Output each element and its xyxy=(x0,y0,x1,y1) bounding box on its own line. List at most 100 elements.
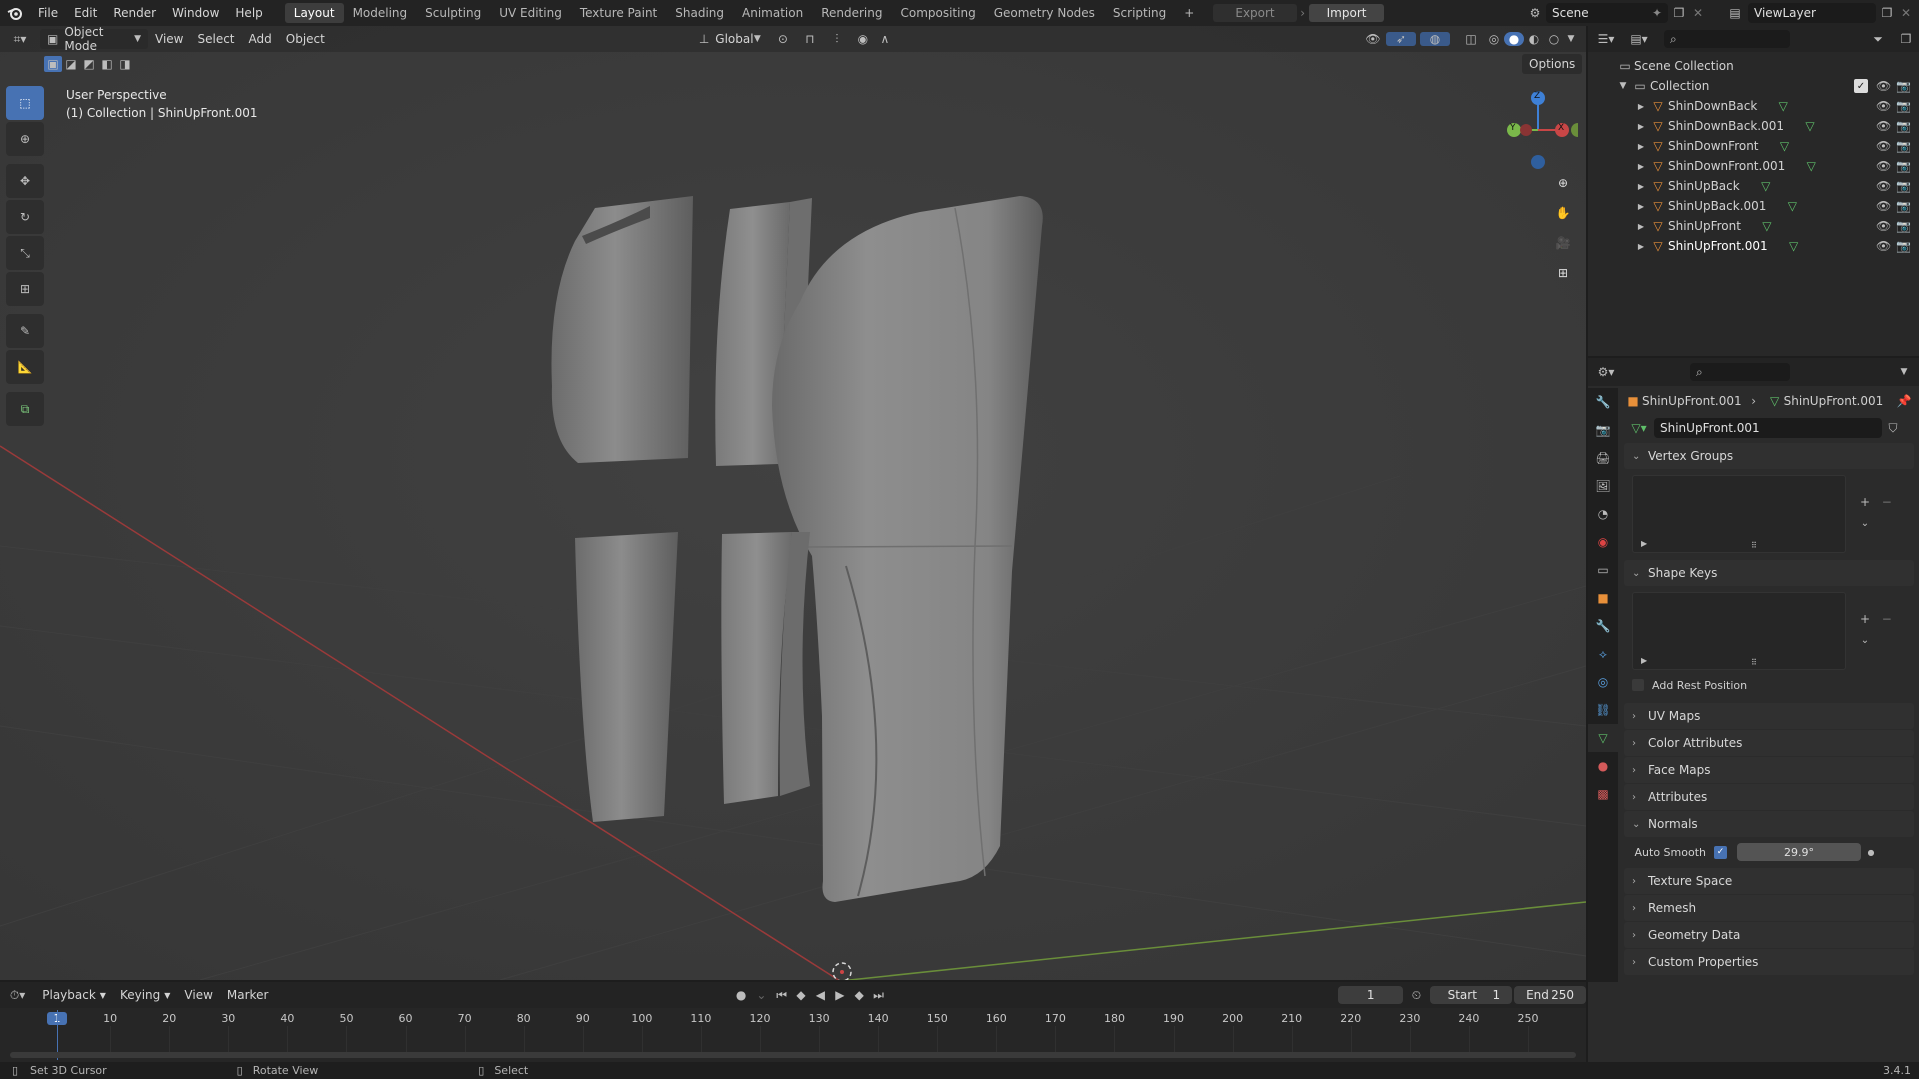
scene-icon[interactable]: ⚙ xyxy=(1524,6,1546,20)
geometry-data-panel[interactable]: › Geometry Data xyxy=(1624,922,1914,948)
options-button[interactable]: Options xyxy=(1522,54,1583,74)
select-subtract-icon[interactable]: ◩ xyxy=(80,56,98,72)
timeline-ruler[interactable]: 1102030405060708090100110120130140150160… xyxy=(0,982,1586,1062)
display-mode-icon[interactable]: ▤▾ xyxy=(1624,32,1654,46)
chevron-down-icon[interactable]: ▼ xyxy=(1889,367,1919,377)
outliner-item[interactable]: ▶ ▽ ShinDownBack ▽ 👁 📷 xyxy=(1588,96,1919,116)
constraints-tab-icon[interactable]: ⛓ xyxy=(1588,696,1618,724)
expand-arrow-icon[interactable]: ▶ xyxy=(1641,656,1647,665)
physics-tab-icon[interactable]: ◎ xyxy=(1588,668,1618,696)
menu-edit[interactable]: Edit xyxy=(66,6,105,20)
camera-view-icon[interactable]: 🎥 xyxy=(1548,228,1578,258)
world-tab-icon[interactable]: ◉ xyxy=(1588,528,1618,556)
expand-arrow-icon[interactable]: ▶ xyxy=(1634,182,1648,191)
outliner-item[interactable]: ▶ ▽ ShinUpFront.001 ▽ 👁 📷 xyxy=(1588,236,1919,256)
blender-logo-icon[interactable] xyxy=(0,0,30,26)
rendered-shading-icon[interactable]: ○ xyxy=(1544,32,1564,46)
cursor-tool[interactable]: ⊕ xyxy=(6,122,44,156)
delete-scene-icon[interactable]: ✕ xyxy=(1690,6,1706,20)
pin-icon[interactable]: ✦ xyxy=(1652,6,1662,20)
shading-options-icon[interactable]: ▼ xyxy=(1564,34,1578,44)
expand-arrow-icon[interactable]: ▶ xyxy=(1634,202,1648,211)
add-icon[interactable]: + xyxy=(1856,493,1874,511)
new-view-layer-icon[interactable]: ❐ xyxy=(1876,6,1898,20)
outliner-item[interactable]: ▶ ▽ ShinDownBack.001 ▽ 👁 📷 xyxy=(1588,116,1919,136)
mesh-data-icon[interactable]: ▽ xyxy=(1798,119,1822,133)
expand-arrow-icon[interactable]: ▶ xyxy=(1634,122,1648,131)
render-camera-icon[interactable]: 📷 xyxy=(1896,179,1911,193)
output-tab-icon[interactable]: 🖨 xyxy=(1588,444,1618,472)
modifier-tab-icon[interactable]: 🔧 xyxy=(1588,612,1618,640)
falloff-icon[interactable]: ∧ xyxy=(874,32,896,46)
expand-arrow-icon[interactable]: ▶ xyxy=(1641,539,1647,548)
add-icon[interactable]: + xyxy=(1856,610,1874,628)
tab-rendering[interactable]: Rendering xyxy=(812,3,891,23)
tab-scripting[interactable]: Scripting xyxy=(1104,3,1175,23)
vertex-groups-list[interactable]: ▶ ⠿ xyxy=(1632,475,1846,553)
filter-icon[interactable]: ⏷ xyxy=(1863,32,1893,47)
mesh-data-icon[interactable]: ▽ xyxy=(1754,179,1778,193)
import-button[interactable]: Import xyxy=(1308,4,1385,22)
collection-row[interactable]: ▼ ▭ Collection ✓ 👁 📷 xyxy=(1588,76,1919,96)
mesh-browse-icon[interactable]: ▽▾ xyxy=(1624,421,1654,435)
annotate-tool[interactable]: ✎ xyxy=(6,314,44,348)
visibility-eye-icon[interactable]: 👁 xyxy=(1876,179,1891,193)
render-camera-icon[interactable]: 📷 xyxy=(1896,239,1911,253)
render-camera-icon[interactable]: 📷 xyxy=(1896,99,1911,113)
zoom-icon[interactable]: ⊕ xyxy=(1548,168,1578,198)
expand-arrow-icon[interactable]: ▶ xyxy=(1634,102,1648,111)
render-camera-icon[interactable]: 📷 xyxy=(1896,119,1911,133)
object-tab-icon[interactable]: ■ xyxy=(1588,584,1618,612)
material-shading-icon[interactable]: ◐ xyxy=(1524,32,1544,46)
tab-shading[interactable]: Shading xyxy=(666,3,733,23)
specials-menu-icon[interactable]: ⌄ xyxy=(1856,628,1874,652)
pan-hand-icon[interactable]: ✋ xyxy=(1548,198,1578,228)
visibility-icon[interactable]: 👁 xyxy=(1360,32,1386,46)
menu-help[interactable]: Help xyxy=(227,6,270,20)
orientation-dropdown[interactable]: ⊥ Global ▼ xyxy=(692,29,768,49)
view-layer-tab-icon[interactable]: 🖼 xyxy=(1588,472,1618,500)
outliner-item[interactable]: ▶ ▽ ShinDownFront ▽ 👁 📷 xyxy=(1588,136,1919,156)
outliner-item[interactable]: ▶ ▽ ShinDownFront.001 ▽ 👁 📷 xyxy=(1588,156,1919,176)
proportional-edit-icon[interactable]: ◉ xyxy=(852,32,874,46)
xray-icon[interactable]: ◫ xyxy=(1458,32,1484,46)
pivot-point-icon[interactable]: ⊙ xyxy=(768,32,798,46)
select-extend-icon[interactable]: ◪ xyxy=(62,56,80,72)
resize-handle-icon[interactable]: ⠿ xyxy=(1751,541,1757,550)
visibility-eye-icon[interactable]: 👁 xyxy=(1876,119,1891,133)
visibility-eye-icon[interactable]: 👁 xyxy=(1876,159,1891,173)
tab-texture-paint[interactable]: Texture Paint xyxy=(571,3,666,23)
specials-menu-icon[interactable]: ⌄ xyxy=(1856,511,1874,535)
expand-arrow-icon[interactable]: ▶ xyxy=(1634,222,1648,231)
visibility-eye-icon[interactable]: 👁 xyxy=(1876,139,1891,153)
mesh-data-icon[interactable]: ▽ xyxy=(1773,139,1797,153)
menu-render[interactable]: Render xyxy=(105,6,164,20)
render-camera-icon[interactable]: 📷 xyxy=(1896,139,1911,153)
face-maps-panel[interactable]: › Face Maps xyxy=(1624,757,1914,783)
shape-keys-list[interactable]: ▶ ⠿ xyxy=(1632,592,1846,670)
render-camera-icon[interactable]: 📷 xyxy=(1896,79,1911,93)
remove-icon[interactable]: − xyxy=(1878,493,1896,511)
render-camera-icon[interactable]: 📷 xyxy=(1896,219,1911,233)
fake-user-shield-icon[interactable]: ⛉ xyxy=(1882,421,1904,436)
scale-tool[interactable]: ⤡ xyxy=(6,236,44,270)
tool-tab-icon[interactable]: 🔧 xyxy=(1588,388,1618,416)
measure-tool[interactable]: 📐 xyxy=(6,350,44,384)
material-tab-icon[interactable]: ● xyxy=(1588,752,1618,780)
export-button[interactable]: Export xyxy=(1213,4,1297,22)
normals-panel[interactable]: ⌄ Normals xyxy=(1624,811,1914,837)
new-collection-icon[interactable]: ❐ xyxy=(1893,32,1919,46)
expand-arrow-icon[interactable]: ▶ xyxy=(1634,142,1648,151)
expand-arrow-icon[interactable]: ▶ xyxy=(1634,162,1648,171)
overlays-icon[interactable]: ◍ xyxy=(1420,32,1450,46)
render-camera-icon[interactable]: 📷 xyxy=(1896,199,1911,213)
tab-sculpting[interactable]: Sculpting xyxy=(416,3,490,23)
visibility-eye-icon[interactable]: 👁 xyxy=(1876,79,1891,93)
tab-compositing[interactable]: Compositing xyxy=(891,3,984,23)
custom-properties-panel[interactable]: › Custom Properties xyxy=(1624,949,1914,975)
remove-icon[interactable]: − xyxy=(1878,610,1896,628)
mesh-data-icon[interactable]: ▽ xyxy=(1755,219,1779,233)
expand-arrow-icon[interactable]: ▼ xyxy=(1616,81,1630,91)
select-new-icon[interactable]: ▣ xyxy=(44,56,62,72)
snap-target-icon[interactable]: ⫶ xyxy=(822,32,852,47)
